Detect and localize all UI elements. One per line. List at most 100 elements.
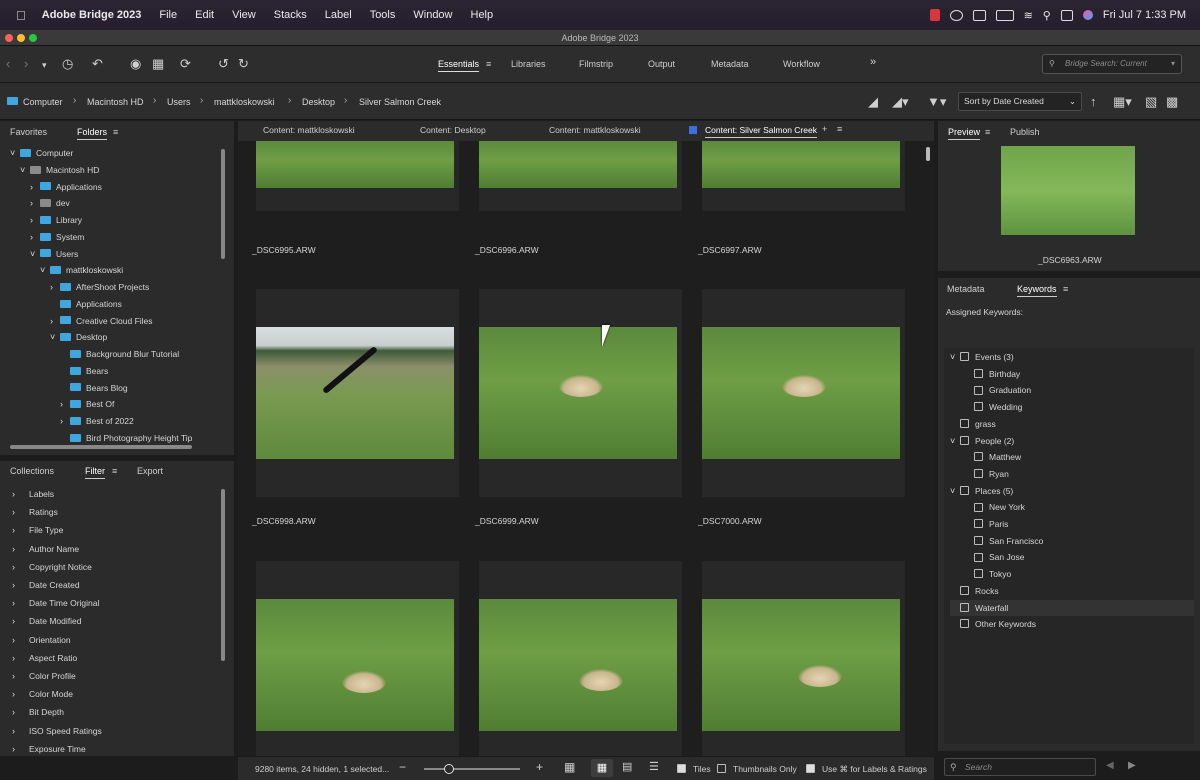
thumbnail-image[interactable]: [702, 599, 900, 731]
keyword-checkbox[interactable]: [974, 535, 983, 545]
view-list-icon[interactable]: ☰: [649, 760, 659, 773]
thumbnail-cell[interactable]: [256, 141, 459, 211]
keyword-checkbox[interactable]: [974, 469, 983, 479]
tab-metadata[interactable]: Metadata: [947, 284, 985, 294]
menu-label[interactable]: Label: [325, 9, 352, 21]
trash-icon[interactable]: ▩: [1166, 95, 1178, 108]
keyword-search-input[interactable]: ⚲ Search: [944, 758, 1096, 776]
keyword-item[interactable]: Waterfall: [950, 599, 1194, 616]
view-details-icon[interactable]: ▤: [622, 760, 632, 773]
thumbnail-image[interactable]: [479, 327, 677, 459]
keyword-item[interactable]: Rocks: [950, 583, 999, 599]
folder-tree-scrollbar[interactable]: [221, 149, 225, 259]
chevron-down-icon[interactable]: ˅: [30, 246, 40, 262]
chevron-down-icon[interactable]: ˅: [950, 349, 960, 365]
grid-lock-icon[interactable]: ▦: [564, 760, 575, 774]
chevron-down-icon[interactable]: ▾: [42, 59, 47, 72]
forward-icon[interactable]: ›: [24, 57, 28, 70]
thumbnail-image[interactable]: [702, 327, 900, 459]
chevron-right-icon[interactable]: ›: [50, 279, 60, 295]
chevron-right-icon[interactable]: ›: [12, 594, 22, 612]
sort-direction-icon[interactable]: ↑: [1090, 95, 1097, 108]
workspace-workflow[interactable]: Workflow: [783, 59, 820, 69]
workspace-output[interactable]: Output: [648, 59, 675, 69]
thumbnail-cell[interactable]: [256, 289, 459, 497]
more-workspaces-button[interactable]: »: [870, 56, 876, 68]
tab-content-mattkloskowski[interactable]: Content: mattkloskowski: [263, 125, 355, 135]
chevron-down-icon[interactable]: ˅: [950, 483, 960, 499]
chevron-right-icon[interactable]: ›: [12, 485, 22, 503]
menu-help[interactable]: Help: [471, 9, 494, 21]
filter-category[interactable]: › Exposure Time: [12, 740, 86, 756]
tab-export[interactable]: Export: [137, 466, 163, 476]
rotate-right-icon[interactable]: ↻: [238, 57, 249, 70]
keyword-item[interactable]: Ryan: [964, 466, 1009, 482]
recent-icon[interactable]: ◷: [62, 57, 73, 70]
folder-tree-item[interactable]: › Library: [30, 212, 82, 228]
open-in-camera-raw-icon[interactable]: ⟳: [180, 57, 191, 70]
new-folder-icon[interactable]: ▧: [1145, 95, 1157, 108]
filter-category[interactable]: › Date Created: [12, 576, 80, 594]
crumb-users[interactable]: Users: [167, 97, 191, 107]
crumb-silver-salmon-creek[interactable]: Silver Salmon Creek: [359, 97, 441, 107]
folder-tree-item[interactable]: › Applications: [30, 179, 102, 195]
keyword-checkbox[interactable]: [974, 502, 983, 512]
zoom-window-button[interactable]: [29, 34, 37, 42]
panel-menu-icon[interactable]: ≡: [112, 466, 117, 476]
workspace-metadata[interactable]: Metadata: [711, 59, 749, 69]
chevron-down-icon[interactable]: ˅: [40, 262, 50, 278]
app-name-menu[interactable]: Adobe Bridge 2023: [42, 9, 142, 21]
tab-collections[interactable]: Collections: [10, 466, 54, 476]
thumbnail-image[interactable]: [479, 599, 677, 731]
tab-preview[interactable]: Preview: [948, 127, 981, 140]
siri-icon[interactable]: [1082, 10, 1093, 20]
quality-icon[interactable]: ◢: [868, 95, 878, 108]
tab-favorites[interactable]: Favorites: [10, 127, 47, 137]
tab-content-desktop[interactable]: Content: Desktop: [420, 125, 486, 135]
tab-content-mattkloskowski-2[interactable]: Content: mattkloskowski: [549, 125, 641, 135]
filter-category[interactable]: › Ratings: [12, 503, 58, 521]
keyword-item[interactable]: New York: [964, 499, 1025, 515]
chevron-right-icon[interactable]: ›: [12, 649, 22, 667]
filter-category[interactable]: › Author Name: [12, 540, 79, 558]
crumb-computer[interactable]: Computer: [23, 97, 63, 107]
thumbnail-image[interactable]: [702, 141, 900, 188]
menu-window[interactable]: Window: [413, 9, 452, 21]
chevron-right-icon[interactable]: ›: [12, 722, 22, 740]
thumbnail-cell[interactable]: [479, 561, 682, 756]
folder-tree-item[interactable]: ˅ Macintosh HD: [20, 162, 99, 178]
screen-share-icon[interactable]: [972, 9, 986, 21]
menu-view[interactable]: View: [232, 9, 256, 21]
thumbnail-cell[interactable]: [702, 289, 905, 497]
tab-keywords[interactable]: Keywords: [1017, 284, 1057, 297]
thumbnail-size-slider[interactable]: [424, 764, 520, 774]
keyword-checkbox[interactable]: [974, 519, 983, 529]
filter-category[interactable]: › ISO Speed Ratings: [12, 722, 102, 740]
keyword-item[interactable]: ˅ People (2): [950, 433, 1014, 449]
chevron-right-icon[interactable]: ›: [12, 612, 22, 630]
keyword-checkbox[interactable]: [960, 602, 969, 612]
keyword-checkbox[interactable]: [960, 485, 969, 495]
filter-category[interactable]: › Date Modified: [12, 612, 81, 630]
chevron-right-icon[interactable]: ›: [12, 558, 22, 576]
rating-filter-icon[interactable]: ◢▾: [892, 95, 909, 108]
menu-stacks[interactable]: Stacks: [274, 9, 307, 21]
folder-tree-item[interactable]: › Best of 2022: [60, 413, 134, 429]
thumbnail-image[interactable]: [256, 599, 454, 731]
workspace-menu-icon[interactable]: ≡: [486, 59, 491, 69]
folder-tree-item[interactable]: Background Blur Tutorial: [60, 346, 179, 362]
filter-category[interactable]: › File Type: [12, 521, 63, 539]
keyword-checkbox[interactable]: [974, 385, 983, 395]
next-icon[interactable]: ▶: [1128, 760, 1136, 771]
chevron-down-icon[interactable]: ˅: [20, 162, 30, 178]
record-icon[interactable]: [929, 9, 940, 21]
keyword-checkbox[interactable]: [974, 552, 983, 562]
menu-tools[interactable]: Tools: [370, 9, 396, 21]
folder-tree-item[interactable]: Bears Blog: [60, 380, 128, 396]
chevron-down-icon[interactable]: ▾: [1171, 55, 1175, 73]
keyword-item[interactable]: Tokyo: [964, 566, 1011, 582]
wifi-icon[interactable]: ≋: [1024, 9, 1033, 22]
thumbnail-cell[interactable]: [702, 561, 905, 756]
keyword-checkbox[interactable]: [960, 435, 969, 445]
close-window-button[interactable]: [5, 34, 13, 42]
